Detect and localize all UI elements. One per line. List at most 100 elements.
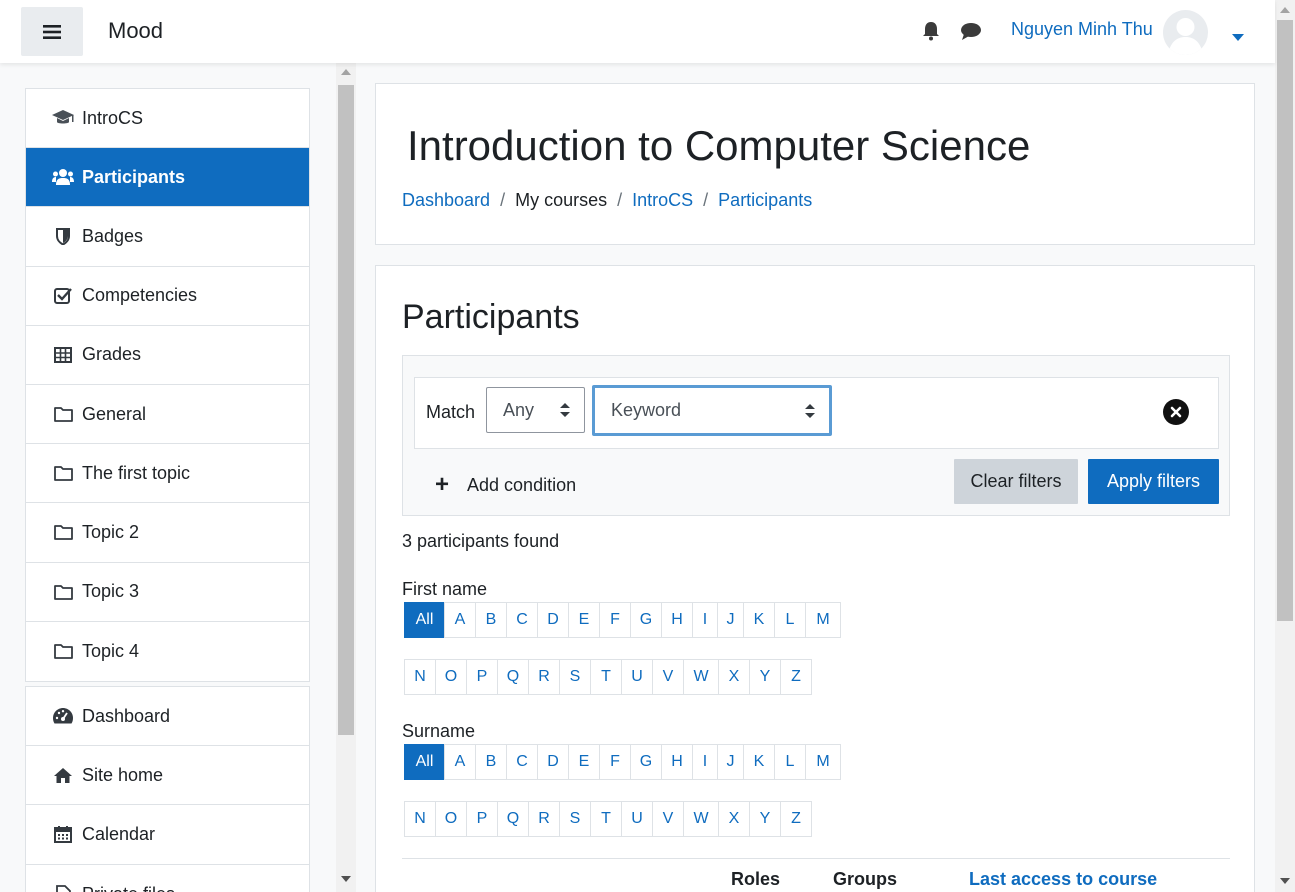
sidebar-item-private-files[interactable]: Private files [26, 865, 309, 892]
breadcrumb-introcs[interactable]: IntroCS [632, 190, 693, 211]
filter-type-value: Keyword [611, 400, 682, 420]
first-name-letter-m[interactable]: M [805, 602, 841, 638]
first-name-letter-w[interactable]: W [683, 659, 719, 695]
surname-letter-z[interactable]: Z [780, 801, 812, 837]
avatar[interactable] [1163, 10, 1208, 55]
first-name-letter-i[interactable]: I [692, 602, 718, 638]
surname-letter-c[interactable]: C [506, 744, 538, 780]
first-name-letter-l[interactable]: L [774, 602, 806, 638]
surname-letter-t[interactable]: T [590, 801, 622, 837]
scrollbar-thumb[interactable] [1277, 20, 1293, 621]
scroll-up-icon[interactable] [341, 69, 351, 75]
sidebar-item-badges[interactable]: Badges [26, 207, 309, 267]
first-name-letter-z[interactable]: Z [780, 659, 812, 695]
surname-letter-p[interactable]: P [466, 801, 498, 837]
sidebar-item-label: Participants [82, 166, 186, 187]
sidebar-item-introcs[interactable]: IntroCS [26, 89, 309, 149]
breadcrumb-participants[interactable]: Participants [718, 190, 812, 211]
first-name-letter-v[interactable]: V [652, 659, 684, 695]
sidebar-item-topic-2[interactable]: Topic 2 [26, 503, 309, 563]
clear-filters-button[interactable]: Clear filters [954, 459, 1078, 504]
surname-letter-w[interactable]: W [683, 801, 719, 837]
first-name-letter-c[interactable]: C [506, 602, 538, 638]
surname-letter-l[interactable]: L [774, 744, 806, 780]
close-icon [1170, 406, 1182, 418]
first-name-letter-b[interactable]: B [475, 602, 507, 638]
first-name-letter-t[interactable]: T [590, 659, 622, 695]
surname-letter-v[interactable]: V [652, 801, 684, 837]
sidebar-item-dashboard[interactable]: Dashboard [26, 687, 309, 747]
first-name-letter-f[interactable]: F [599, 602, 631, 638]
surname-letter-k[interactable]: K [743, 744, 775, 780]
scroll-up-icon[interactable] [1280, 7, 1290, 13]
sidebar-item-topic-3[interactable]: Topic 3 [26, 563, 309, 622]
breadcrumb-dashboard[interactable]: Dashboard [402, 190, 490, 211]
first-name-letter-all[interactable]: All [404, 602, 445, 638]
first-name-letter-p[interactable]: P [466, 659, 498, 695]
match-select[interactable]: Any [486, 387, 585, 433]
surname-letter-f[interactable]: F [599, 744, 631, 780]
first-name-letter-a[interactable]: A [444, 602, 476, 638]
sidebar-item-site-home[interactable]: Site home [26, 746, 309, 806]
first-name-letter-n[interactable]: N [404, 659, 436, 695]
surname-letter-o[interactable]: O [435, 801, 467, 837]
first-name-letter-e[interactable]: E [568, 602, 600, 638]
chevron-down-icon[interactable] [1232, 26, 1244, 47]
drawer-scrollbar[interactable] [336, 63, 356, 892]
surname-letter-q[interactable]: Q [497, 801, 529, 837]
first-name-letter-q[interactable]: Q [497, 659, 529, 695]
surname-letter-h[interactable]: H [661, 744, 693, 780]
surname-letter-n[interactable]: N [404, 801, 436, 837]
nav-drawer: IntroCS Participants Badges Competencies Gra… [0, 63, 356, 892]
surname-letter-e[interactable]: E [568, 744, 600, 780]
first-name-letter-d[interactable]: D [537, 602, 569, 638]
menu-toggle-button[interactable] [21, 7, 83, 56]
surname-letter-a[interactable]: A [444, 744, 476, 780]
first-name-letter-r[interactable]: R [528, 659, 560, 695]
add-condition-button[interactable]: + Add condition [435, 471, 576, 499]
surname-letter-y[interactable]: Y [749, 801, 781, 837]
surname-letters-row2: NOPQRSTUVWXYZ [404, 801, 812, 837]
surname-letter-d[interactable]: D [537, 744, 569, 780]
table-divider [402, 858, 1230, 859]
scroll-down-icon[interactable] [341, 876, 351, 882]
surname-letter-i[interactable]: I [692, 744, 718, 780]
page-scrollbar[interactable] [1275, 0, 1295, 892]
surname-letter-j[interactable]: J [717, 744, 744, 780]
first-name-letter-x[interactable]: X [718, 659, 750, 695]
site-brand[interactable]: Mood [108, 18, 163, 44]
sidebar-item-topic-4[interactable]: Topic 4 [26, 622, 309, 681]
surname-letter-s[interactable]: S [559, 801, 591, 837]
sidebar-item-grades[interactable]: Grades [26, 326, 309, 385]
first-name-letter-o[interactable]: O [435, 659, 467, 695]
sidebar-item-general[interactable]: General [26, 385, 309, 445]
first-name-letter-h[interactable]: H [661, 602, 693, 638]
check-square-icon [52, 286, 74, 306]
surname-letter-all[interactable]: All [404, 744, 445, 780]
user-menu-name[interactable]: Nguyen Minh Thu [1011, 19, 1153, 40]
scroll-down-icon[interactable] [1280, 878, 1290, 884]
sidebar-item-participants[interactable]: Participants [26, 148, 309, 208]
surname-letter-g[interactable]: G [630, 744, 662, 780]
scrollbar-thumb[interactable] [338, 85, 354, 735]
first-name-letter-u[interactable]: U [621, 659, 653, 695]
surname-letter-m[interactable]: M [805, 744, 841, 780]
remove-condition-button[interactable] [1163, 399, 1189, 425]
surname-letter-b[interactable]: B [475, 744, 507, 780]
bell-icon[interactable] [920, 20, 942, 42]
apply-filters-button[interactable]: Apply filters [1088, 459, 1219, 504]
column-last-access[interactable]: Last access to course [969, 869, 1157, 890]
first-name-letter-k[interactable]: K [743, 602, 775, 638]
first-name-letter-s[interactable]: S [559, 659, 591, 695]
filter-type-select[interactable]: Keyword [592, 385, 832, 436]
sidebar-item-the-first-topic[interactable]: The first topic [26, 444, 309, 504]
sidebar-item-calendar[interactable]: Calendar [26, 805, 309, 865]
first-name-letter-g[interactable]: G [630, 602, 662, 638]
first-name-letter-j[interactable]: J [717, 602, 744, 638]
surname-letter-u[interactable]: U [621, 801, 653, 837]
sidebar-item-competencies[interactable]: Competencies [26, 267, 309, 326]
first-name-letter-y[interactable]: Y [749, 659, 781, 695]
surname-letter-r[interactable]: R [528, 801, 560, 837]
chat-icon[interactable] [960, 20, 982, 42]
surname-letter-x[interactable]: X [718, 801, 750, 837]
